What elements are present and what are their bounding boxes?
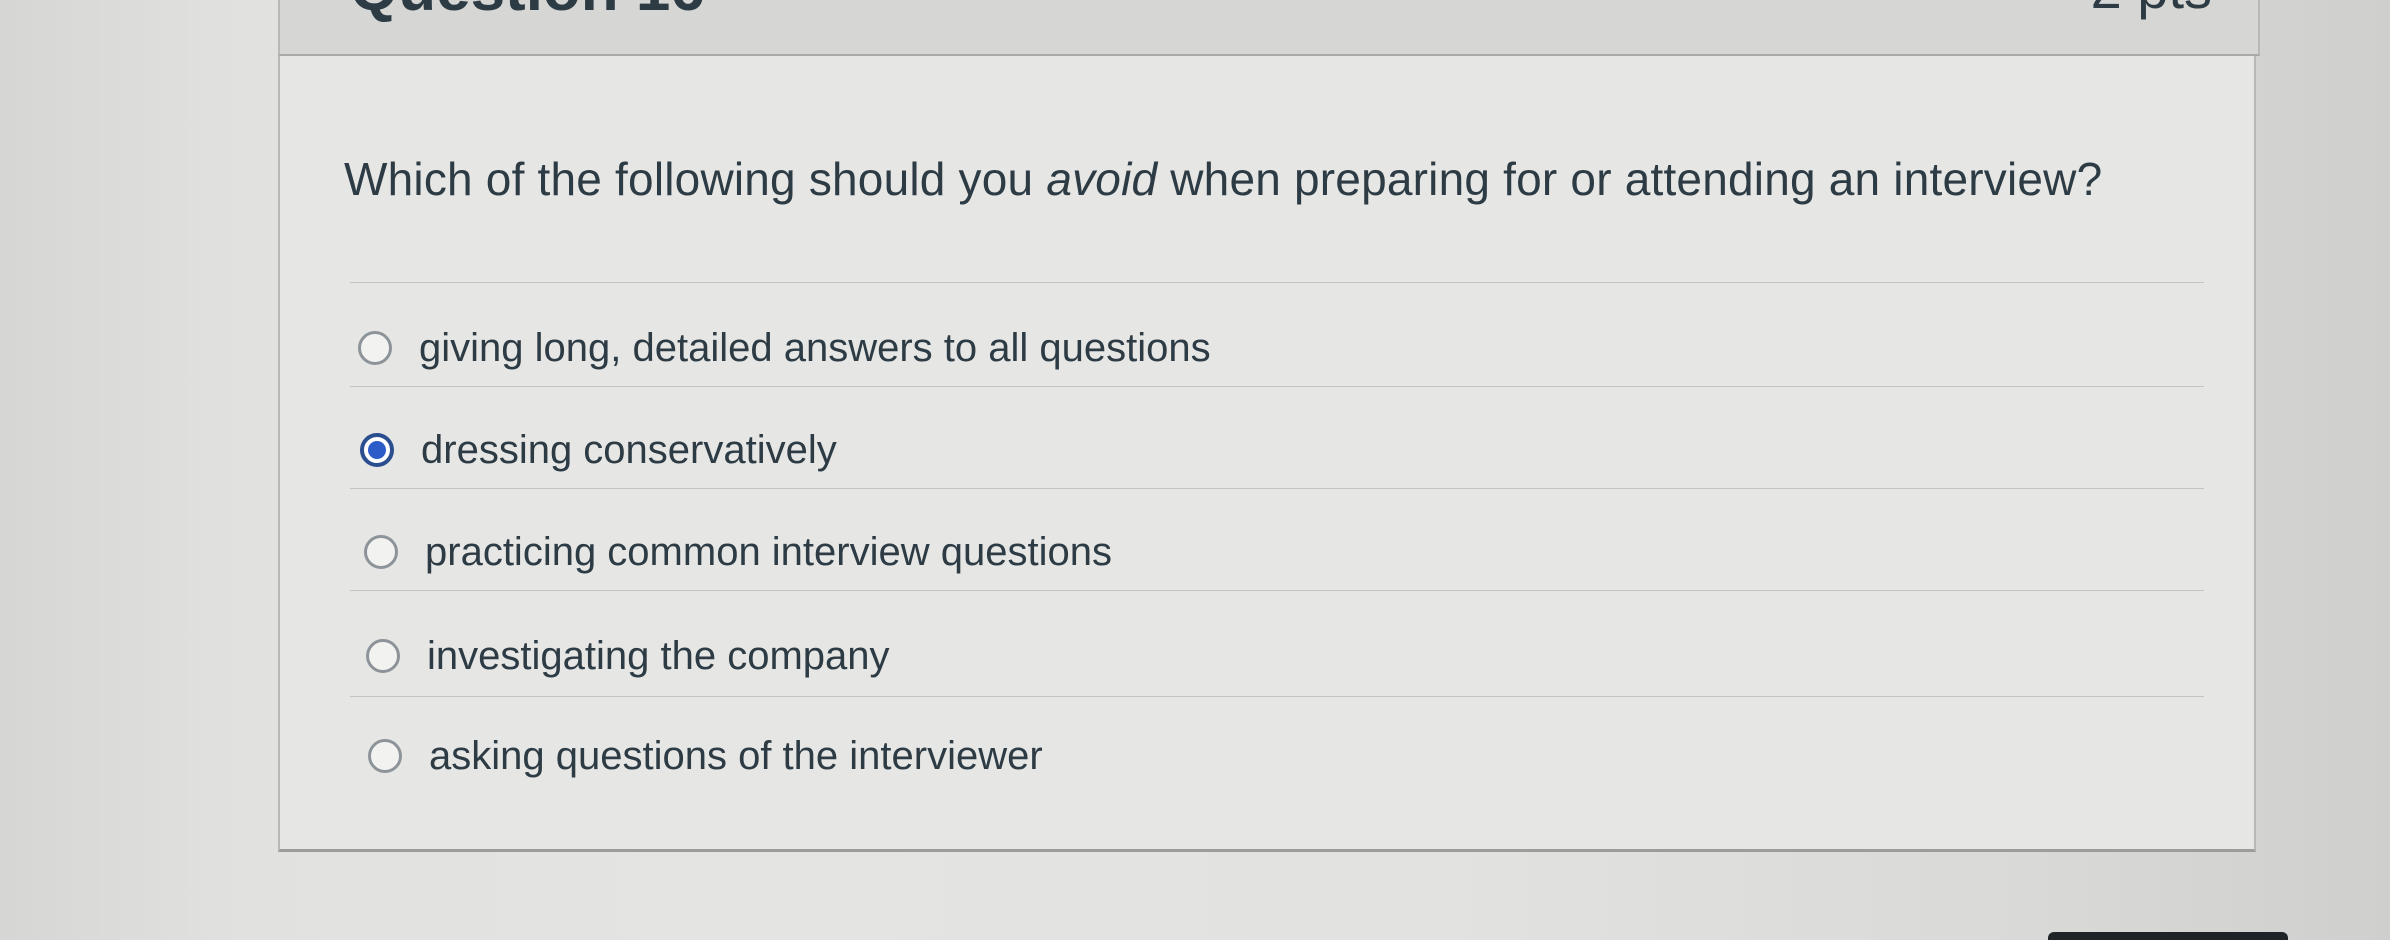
- answer-label: investigating the company: [427, 633, 890, 678]
- question-points: 2 pts: [2091, 0, 2212, 21]
- answer-label: practicing common interview questions: [425, 529, 1112, 574]
- answer-label: dressing conservatively: [421, 427, 837, 472]
- radio-button[interactable]: [364, 535, 398, 569]
- answer-label: giving long, detailed answers to all que…: [419, 325, 1211, 370]
- question-text-end: when preparing for or attending an inter…: [1157, 153, 2103, 205]
- answer-label: asking questions of the interviewer: [429, 733, 1043, 778]
- question-divider: [350, 282, 2204, 283]
- question-text: Which of the following should you avoid …: [344, 152, 2102, 206]
- question-text-emphasis: avoid: [1046, 153, 1158, 205]
- answer-option-3[interactable]: practicing common interview questions: [364, 522, 1112, 582]
- answer-option-4[interactable]: investigating the company: [366, 626, 890, 686]
- radio-button[interactable]: [368, 739, 402, 773]
- answer-option-5[interactable]: asking questions of the interviewer: [368, 726, 1043, 786]
- radio-button-selected[interactable]: [360, 433, 394, 467]
- question-text-start: Which of the following should you: [344, 153, 1047, 205]
- answer-divider: [350, 696, 2204, 697]
- question-title: Question 16: [350, 0, 705, 25]
- radio-button[interactable]: [358, 331, 392, 365]
- radio-button[interactable]: [366, 639, 400, 673]
- question-card: Which of the following should you avoid …: [278, 56, 2256, 852]
- next-button[interactable]: [2048, 932, 2288, 940]
- answer-option-2[interactable]: dressing conservatively: [360, 420, 837, 480]
- answer-option-1[interactable]: giving long, detailed answers to all que…: [358, 318, 1211, 378]
- question-header: Question 16 2 pts: [278, 0, 2260, 56]
- answer-divider: [350, 590, 2204, 591]
- answer-divider: [350, 488, 2204, 489]
- answer-divider: [350, 386, 2204, 387]
